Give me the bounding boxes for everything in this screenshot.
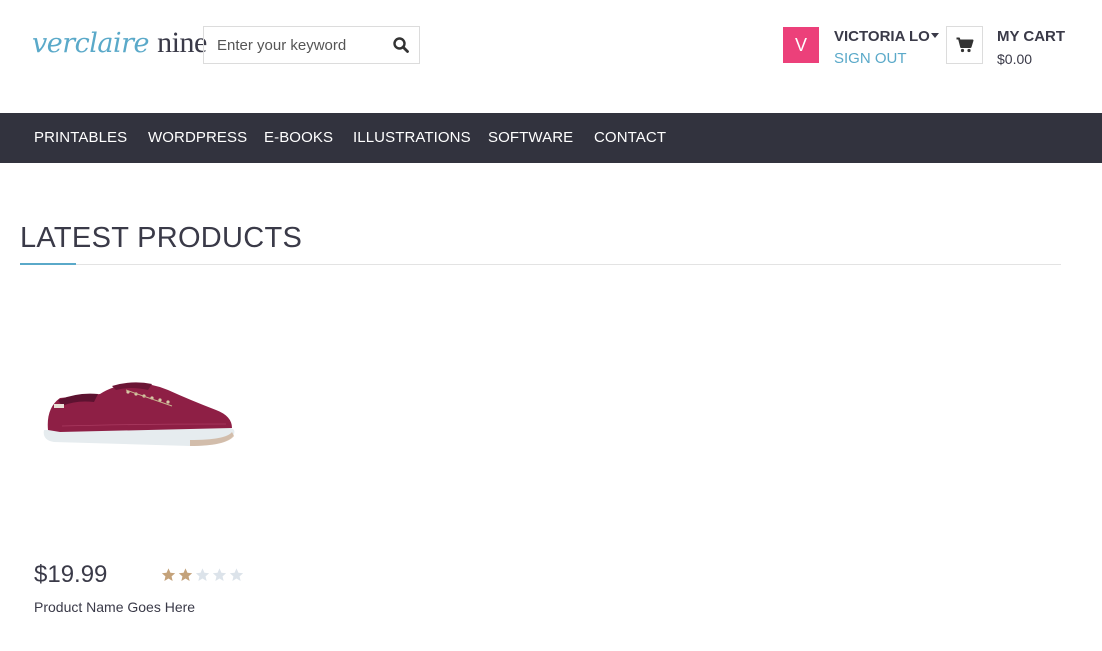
nav-item-contact[interactable]: CONTACT: [594, 113, 666, 163]
nav-item-illustrations[interactable]: ILLUSTRATIONS: [353, 113, 471, 163]
logo-text-verclaire: verclaire: [32, 28, 158, 59]
nav-item-software[interactable]: SOFTWARE: [488, 113, 573, 163]
user-menu-toggle[interactable]: VICTORIA LO: [834, 28, 939, 45]
section-title: LATEST PRODUCTS: [20, 222, 303, 254]
nav-item-printables[interactable]: PRINTABLES: [34, 113, 127, 163]
cart-title[interactable]: MY CART: [997, 28, 1065, 45]
cart-button[interactable]: [946, 26, 983, 64]
username-label: VICTORIA LO: [834, 28, 930, 45]
star-filled-icon: [178, 568, 193, 581]
star-empty-icon: [212, 568, 227, 581]
search-icon[interactable]: [392, 36, 410, 54]
product-name-link[interactable]: Product Name Goes Here: [34, 599, 195, 615]
search-box: [203, 26, 420, 64]
product-image[interactable]: [40, 378, 238, 455]
section-divider-accent: [20, 263, 76, 265]
star-filled-icon: [161, 568, 176, 581]
star-empty-icon: [229, 568, 244, 581]
main-navigation: PRINTABLES WORDPRESS E-BOOKS ILLUSTRATIO…: [0, 113, 1102, 163]
avatar[interactable]: V: [783, 27, 819, 63]
section-divider: [20, 264, 1061, 265]
cart-amount: $0.00: [997, 51, 1033, 67]
shopping-cart-icon: [956, 37, 974, 53]
caret-down-icon: [930, 33, 939, 39]
sign-out-link[interactable]: SIGN OUT: [834, 50, 907, 67]
star-empty-icon: [195, 568, 210, 581]
nav-item-wordpress[interactable]: WORDPRESS: [148, 113, 247, 163]
nav-item-ebooks[interactable]: E-BOOKS: [264, 113, 333, 163]
product-price: $19.99: [34, 561, 108, 588]
site-header: verclaire nine V VICTORIA LO SIGN OUT MY…: [0, 0, 1102, 113]
logo-text-nine: nine: [157, 26, 207, 59]
search-input[interactable]: [204, 27, 387, 63]
product-rating: [160, 567, 245, 583]
site-logo[interactable]: verclaire nine: [32, 26, 207, 60]
